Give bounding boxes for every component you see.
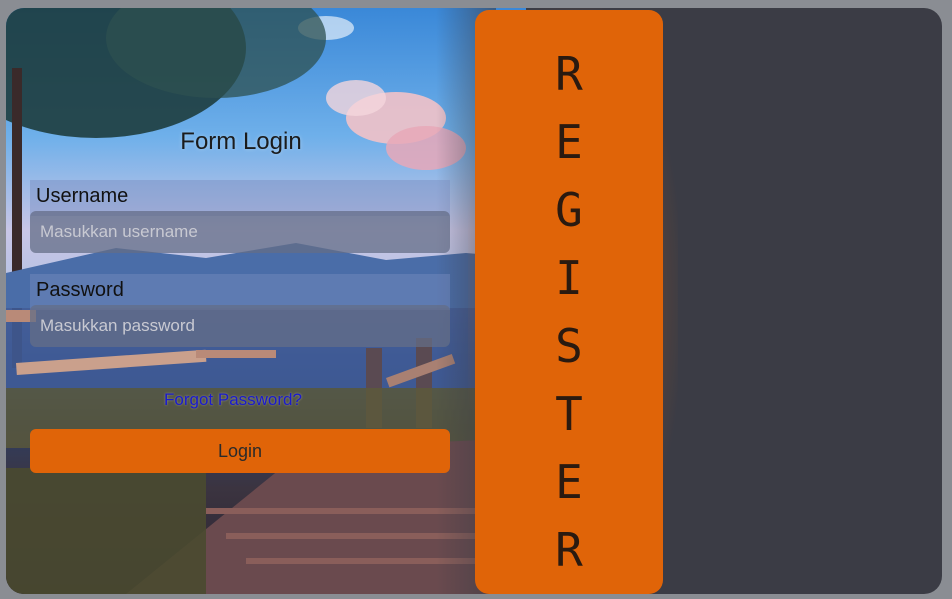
register-letter: E xyxy=(555,455,583,509)
register-letter: G xyxy=(555,183,583,237)
register-letter: I xyxy=(555,251,583,305)
app-frame: Form Login Username Password Forgot Pass… xyxy=(6,8,942,594)
register-letter: R xyxy=(555,523,583,577)
background-scene-image: Form Login Username Password Forgot Pass… xyxy=(6,8,526,594)
password-label: Password xyxy=(36,279,124,301)
password-input[interactable] xyxy=(30,305,450,347)
register-letter: E xyxy=(555,115,583,169)
register-letter: S xyxy=(555,319,583,373)
register-letter: R xyxy=(555,47,583,101)
register-letter: T xyxy=(555,387,583,441)
username-input[interactable] xyxy=(30,211,450,253)
register-vertical-label: R E G I S T E R xyxy=(475,40,663,584)
form-title: Form Login xyxy=(180,128,302,155)
username-label: Username xyxy=(36,185,129,207)
login-button[interactable]: Login xyxy=(30,429,450,473)
forgot-password-link[interactable]: Forgot Password? xyxy=(164,390,302,410)
register-panel-button[interactable]: R E G I S T E R xyxy=(475,10,663,594)
